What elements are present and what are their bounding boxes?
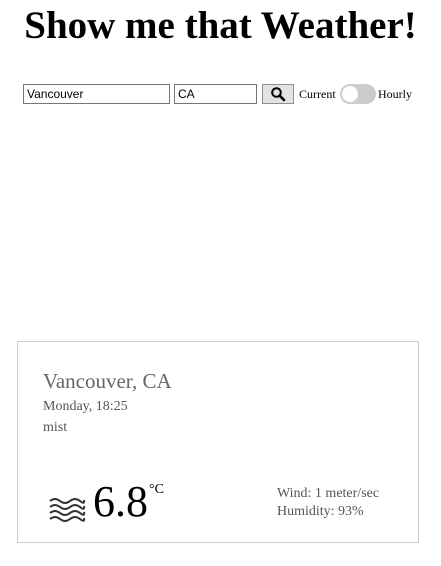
date-time: Monday, 18:25 [43,399,128,414]
city-input[interactable] [23,84,170,104]
weather-card: Vancouver, CA Monday, 18:25 mist 6.8 °C … [17,341,419,543]
temperature-value: 6.8 [93,477,148,526]
temperature-unit: °C [149,482,164,497]
country-input[interactable] [174,84,257,104]
toggle-label-current: Current [299,87,336,101]
page-title: Show me that Weather! [24,4,417,47]
search-button[interactable] [262,84,294,104]
weather-condition: mist [43,420,68,435]
wind-speed: Wind: 1 meter/sec [277,486,380,501]
toggle-knob [342,86,358,102]
current-hourly-toggle[interactable] [340,84,376,104]
toggle-label-hourly: Hourly [378,87,412,101]
location-name: Vancouver, CA [43,369,172,393]
mist-icon [49,498,86,522]
search-icon [271,87,286,102]
humidity: Humidity: 93% [277,504,364,519]
